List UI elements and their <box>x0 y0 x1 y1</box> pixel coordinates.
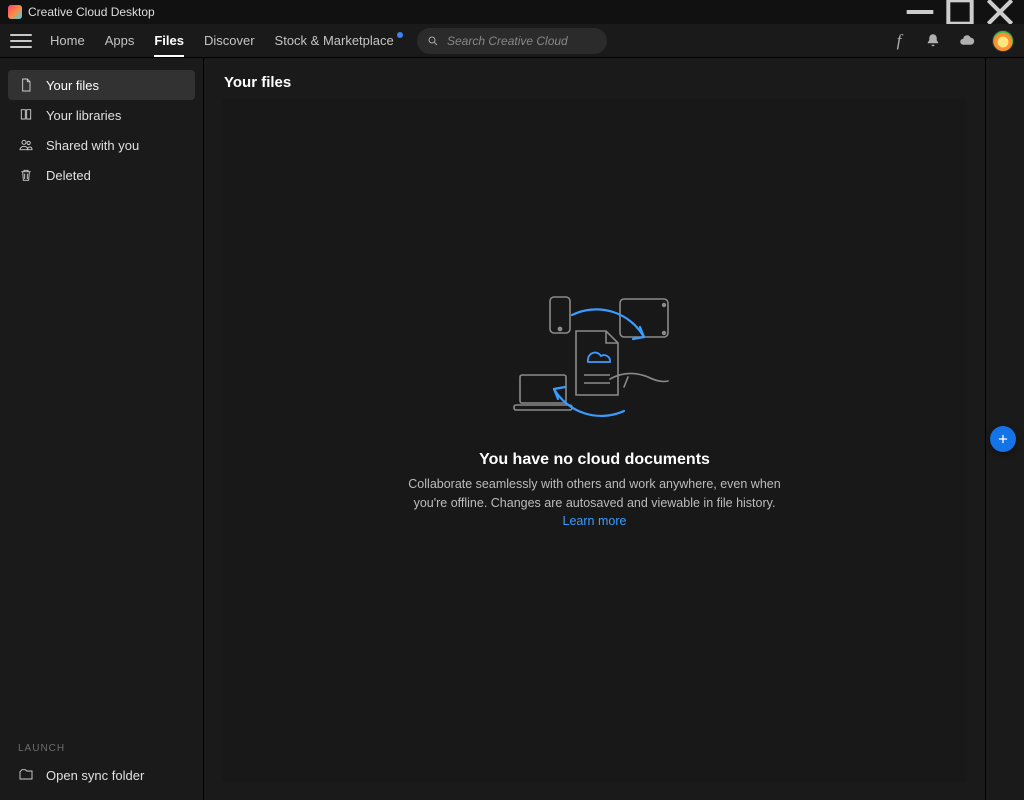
tab-label: Discover <box>204 33 255 48</box>
sidebar-item-deleted[interactable]: Deleted <box>8 160 195 190</box>
tab-discover[interactable]: Discover <box>194 24 265 57</box>
tab-label: Stock & Marketplace <box>275 33 394 48</box>
tab-apps[interactable]: Apps <box>95 24 145 57</box>
sidebar-item-label: Your files <box>46 78 99 93</box>
sidebar-item-label: Shared with you <box>46 138 139 153</box>
open-sync-folder[interactable]: Open sync folder <box>8 760 195 790</box>
sidebar-item-your-libraries[interactable]: Your libraries <box>8 100 195 130</box>
tab-label: Apps <box>105 33 135 48</box>
close-button[interactable] <box>980 0 1020 24</box>
nav-tabs: Home Apps Files Discover Stock & Marketp… <box>40 24 413 57</box>
empty-state: You have no cloud documents Collaborate … <box>395 293 795 527</box>
right-rail <box>986 58 1024 800</box>
nav-right: f <box>890 30 1014 52</box>
sidebar-item-label: Deleted <box>46 168 91 183</box>
add-button[interactable] <box>990 426 1016 452</box>
search-input[interactable] <box>447 34 597 48</box>
tab-home[interactable]: Home <box>40 24 95 57</box>
navbar: Home Apps Files Discover Stock & Marketp… <box>0 24 1024 58</box>
empty-illustration-icon <box>510 293 680 433</box>
menu-icon[interactable] <box>10 30 32 52</box>
window-controls <box>900 0 1020 24</box>
page-title: Your files <box>204 58 985 99</box>
book-icon <box>18 107 34 123</box>
notification-dot-icon <box>397 32 403 38</box>
notifications-icon[interactable] <box>924 32 942 50</box>
sidebar-item-your-files[interactable]: Your files <box>8 70 195 100</box>
trash-icon <box>18 167 34 183</box>
people-icon <box>18 137 34 153</box>
app-logo-icon <box>8 5 22 19</box>
tab-marketplace[interactable]: Stock & Marketplace <box>265 24 413 57</box>
sidebar-item-label: Your libraries <box>46 108 121 123</box>
search-box[interactable] <box>417 28 607 54</box>
avatar[interactable] <box>992 30 1014 52</box>
titlebar: Creative Cloud Desktop <box>0 0 1024 24</box>
launch-section-label: LAUNCH <box>8 737 195 760</box>
empty-title: You have no cloud documents <box>479 451 710 469</box>
plus-icon <box>996 432 1010 446</box>
cloud-icon[interactable] <box>958 32 976 50</box>
tab-label: Files <box>154 33 184 48</box>
sidebar: Your files Your libraries Shared with yo… <box>0 58 204 800</box>
main-content: Your files <box>204 58 986 800</box>
minimize-button[interactable] <box>900 0 940 24</box>
sidebar-item-shared[interactable]: Shared with you <box>8 130 195 160</box>
tab-label: Home <box>50 33 85 48</box>
search-icon <box>427 34 439 48</box>
maximize-button[interactable] <box>940 0 980 24</box>
learn-more-link[interactable]: Learn more <box>563 514 627 528</box>
content-area: You have no cloud documents Collaborate … <box>222 99 967 782</box>
window-title: Creative Cloud Desktop <box>28 5 155 19</box>
folder-sync-icon <box>18 767 34 783</box>
sidebar-item-label: Open sync folder <box>46 768 144 783</box>
tab-files[interactable]: Files <box>144 24 194 57</box>
fonts-icon[interactable]: f <box>890 32 908 50</box>
empty-description: Collaborate seamlessly with others and w… <box>395 475 795 511</box>
file-icon <box>18 77 34 93</box>
